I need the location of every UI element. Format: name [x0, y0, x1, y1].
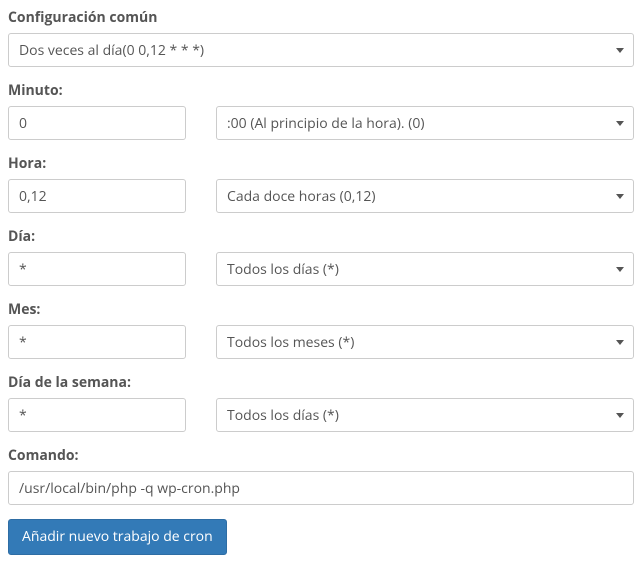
day-select[interactable]: Todos los días (*) — [216, 252, 634, 286]
month-select[interactable]: Todos los meses (*) — [216, 325, 634, 359]
day-input[interactable] — [8, 252, 186, 286]
month-label: Mes: — [8, 300, 634, 319]
add-cron-button[interactable]: Añadir nuevo trabajo de cron — [8, 519, 227, 555]
hour-group: Hora: Cada doce horas (0,12) — [8, 154, 634, 213]
day-label: Día: — [8, 227, 634, 246]
minute-group: Minuto: :00 (Al principio de la hora). (… — [8, 81, 634, 140]
day-group: Día: Todos los días (*) — [8, 227, 634, 286]
hour-label: Hora: — [8, 154, 634, 173]
month-input[interactable] — [8, 325, 186, 359]
minute-select[interactable]: :00 (Al principio de la hora). (0) — [216, 106, 634, 140]
common-config-label: Configuración común — [8, 8, 634, 27]
weekday-select[interactable]: Todos los días (*) — [216, 398, 634, 432]
minute-input[interactable] — [8, 106, 186, 140]
weekday-input[interactable] — [8, 398, 186, 432]
hour-select[interactable]: Cada doce horas (0,12) — [216, 179, 634, 213]
command-input[interactable] — [8, 471, 634, 505]
command-label: Comando: — [8, 446, 634, 465]
weekday-group: Día de la semana: Todos los días (*) — [8, 373, 634, 432]
command-group: Comando: — [8, 446, 634, 505]
month-group: Mes: Todos los meses (*) — [8, 300, 634, 359]
common-config-select[interactable]: Dos veces al día(0 0,12 * * *) — [8, 33, 634, 67]
hour-input[interactable] — [8, 179, 186, 213]
common-config-group: Configuración común Dos veces al día(0 0… — [8, 8, 634, 67]
weekday-label: Día de la semana: — [8, 373, 634, 392]
minute-label: Minuto: — [8, 81, 634, 100]
